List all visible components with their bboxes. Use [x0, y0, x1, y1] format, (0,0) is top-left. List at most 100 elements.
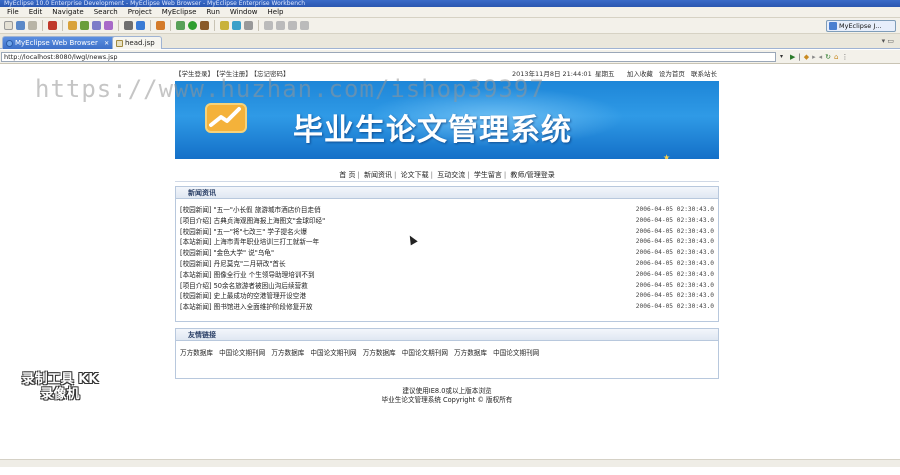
- globe-icon: [6, 40, 13, 47]
- news-item[interactable]: [校园新闻] "五一"小长假 旅游城市酒店价目走俏 2006-04-05 02:3…: [180, 205, 716, 216]
- friend-link[interactable]: 万方数据库: [454, 349, 487, 357]
- run-icon[interactable]: [188, 21, 197, 30]
- perspective-button[interactable]: MyEclipse J...: [826, 20, 896, 32]
- friend-link[interactable]: 万方数据库: [363, 349, 396, 357]
- forward-icon[interactable]: [300, 21, 309, 30]
- news-item[interactable]: [本站新闻] 图像全行业 个生领导助理培训不到 2006-04-05 02:30:…: [180, 270, 716, 281]
- news-item[interactable]: [项目介绍] 50余名旅游者被困山沟后续营救 2006-04-05 02:30:4…: [180, 281, 716, 292]
- open-type-icon[interactable]: [232, 21, 241, 30]
- horizontal-scrollbar[interactable]: [0, 459, 900, 467]
- news-item[interactable]: [校园新闻] "五一"将"七改三" 学子提名火爆 2006-04-05 02:30…: [180, 227, 716, 238]
- add-favorite-link[interactable]: 加入收藏: [627, 70, 653, 78]
- stop-icon[interactable]: ◂: [819, 52, 823, 62]
- perspective-label: MyEclipse J...: [839, 22, 882, 30]
- perspective-icon: [829, 22, 837, 30]
- main-toolbar: [0, 18, 900, 34]
- recorder-badge: 录制工具 KK录像机: [21, 372, 99, 402]
- annotation-icon[interactable]: [264, 21, 273, 30]
- url-dropdown[interactable]: ▾: [777, 52, 786, 62]
- nav-interaction[interactable]: 互动交流: [435, 171, 467, 179]
- tab-controls[interactable]: ▾ ▭: [882, 37, 894, 45]
- nav-thesis-download[interactable]: 论文下载: [399, 171, 431, 179]
- menu-bar: File Edit Navigate Search Project MyEcli…: [0, 7, 900, 18]
- menu-edit[interactable]: Edit: [24, 8, 48, 16]
- menu-search[interactable]: Search: [89, 8, 123, 16]
- refresh-icon[interactable]: ↻: [825, 52, 831, 62]
- print-icon[interactable]: [28, 21, 37, 30]
- friend-link[interactable]: 万方数据库: [271, 349, 304, 357]
- new-class-icon[interactable]: [220, 21, 229, 30]
- current-weekday: 星期五: [595, 70, 615, 78]
- tab-label: MyEclipse Web Browser: [15, 39, 98, 47]
- friend-links-panel: 友情链接 万方数据库 中国论文期刊网 万方数据库 中国论文期刊网 万方数据库 中…: [175, 328, 719, 379]
- set-homepage-link[interactable]: 设为首页: [659, 70, 685, 78]
- menu-project[interactable]: Project: [123, 8, 157, 16]
- home-icon[interactable]: ⌂: [834, 52, 838, 62]
- news-item[interactable]: [本站新闻] 上海市青年职业培训三打工就新一年 2006-04-05 02:30:…: [180, 237, 716, 248]
- website: 【学生登录】 【学生注册】 【忘记密码】 2013年11月8日 21:44:01 星…: [175, 65, 719, 415]
- news-list: [校园新闻] "五一"小长假 旅游城市酒店价目走俏 2006-04-05 02:3…: [176, 199, 718, 313]
- browser-viewport: 【学生登录】 【学生注册】 【忘记密码】 2013年11月8日 21:44:01 星…: [0, 65, 900, 467]
- database-icon[interactable]: [104, 21, 113, 30]
- footer-copyright: 毕业生论文管理系统 Copyright © 版权所有: [381, 396, 513, 404]
- site-footer: 建议使用IE8.0或以上版本浏览 毕业生论文管理系统 Copyright © 版…: [175, 387, 719, 405]
- news-item[interactable]: [校园新闻] "金色大学" 说"乌龟" 2006-04-05 02:30:43.0: [180, 248, 716, 259]
- deploy-icon[interactable]: [80, 21, 89, 30]
- search-icon[interactable]: [244, 21, 253, 30]
- news-panel: 新闻资讯 [校园新闻] "五一"小长假 旅游城市酒店价目走俏 2006-04-05…: [175, 186, 719, 322]
- separator-icon: |: [798, 53, 801, 61]
- save-icon[interactable]: [16, 21, 25, 30]
- new-icon[interactable]: [4, 21, 13, 30]
- window-title: MyEclipse 10.0 Enterprise Development - …: [0, 0, 900, 7]
- jsp-file-icon: [116, 40, 123, 47]
- nav-home[interactable]: 首 页: [337, 171, 357, 179]
- editor-tabs: MyEclipse Web Browser ✕ head.jsp: [0, 34, 900, 49]
- build-icon[interactable]: [156, 21, 165, 30]
- forward-nav-icon[interactable]: ▸: [812, 52, 816, 62]
- friend-link[interactable]: 中国论文期刊网: [493, 349, 539, 357]
- contact-admin-link[interactable]: 联系站长: [691, 70, 717, 78]
- chart-logo-icon: [205, 103, 247, 133]
- tab-web-browser[interactable]: MyEclipse Web Browser ✕: [2, 36, 120, 49]
- site-nav: 首 页 | 新闻资讯 | 论文下载 | 互动交流 | 学生留言 | 教师/管理登录: [175, 168, 719, 182]
- menu-run[interactable]: Run: [201, 8, 224, 16]
- menu-file[interactable]: File: [2, 8, 24, 16]
- friend-link[interactable]: 万方数据库: [180, 349, 213, 357]
- news-item[interactable]: [校园新闻] 史上最成功的空港管理开设空港 2006-04-05 02:30:43…: [180, 291, 716, 302]
- menu-icon[interactable]: ⋮: [842, 52, 849, 62]
- friend-link[interactable]: 中国论文期刊网: [310, 349, 356, 357]
- nav-news[interactable]: 新闻资讯: [362, 171, 394, 179]
- friend-links-list: 万方数据库 中国论文期刊网 万方数据库 中国论文期刊网 万方数据库 中国论文期刊…: [176, 341, 718, 363]
- site-title: 毕业生论文管理系统: [293, 113, 572, 148]
- package-icon[interactable]: [68, 21, 77, 30]
- news-item[interactable]: [项目介绍] 古典贞海观图海报上海图文"金球印经" 2006-04-05 02:3…: [180, 216, 716, 227]
- menu-window[interactable]: Window: [225, 8, 263, 16]
- terminal-icon[interactable]: [124, 21, 133, 30]
- back-icon[interactable]: [288, 21, 297, 30]
- friend-link[interactable]: 中国论文期刊网: [219, 349, 265, 357]
- nav-teacher-admin-login[interactable]: 教师/管理登录: [508, 171, 556, 179]
- footer-browser-note: 建议使用IE8.0或以上版本浏览: [402, 387, 492, 395]
- web-icon[interactable]: [92, 21, 101, 30]
- menu-myeclipse[interactable]: MyEclipse: [157, 8, 202, 16]
- close-icon[interactable]: ✕: [104, 40, 109, 47]
- news-item[interactable]: [校园新闻] 丹尼莫克"二月研改"首长 2006-04-05 02:30:43.0: [180, 259, 716, 270]
- tab-head-jsp[interactable]: head.jsp: [112, 36, 162, 49]
- debug-icon[interactable]: [176, 21, 185, 30]
- back-nav-icon[interactable]: ◆: [804, 52, 809, 62]
- menu-navigate[interactable]: Navigate: [47, 8, 88, 16]
- news-panel-title: 新闻资讯: [176, 187, 718, 199]
- next-annotation-icon[interactable]: [276, 21, 285, 30]
- watermark-text: https://www.huzhan.com/ishop39397: [35, 75, 545, 103]
- friend-link[interactable]: 中国论文期刊网: [402, 349, 448, 357]
- url-input[interactable]: http://localhost:8080/lwgl/news.jsp: [1, 52, 776, 62]
- external-tools-icon[interactable]: [200, 21, 209, 30]
- friend-links-title: 友情链接: [176, 329, 718, 341]
- server-icon[interactable]: [48, 21, 57, 30]
- news-item[interactable]: [本站新闻] 图书馆进入全面维护阶段修复开放 2006-04-05 02:30:4…: [180, 302, 716, 313]
- browser-icon[interactable]: [136, 21, 145, 30]
- star-icon: ★: [663, 153, 671, 159]
- menu-help[interactable]: Help: [263, 8, 289, 16]
- nav-student-messages[interactable]: 学生留言: [472, 171, 504, 179]
- go-icon[interactable]: ▶: [790, 52, 795, 62]
